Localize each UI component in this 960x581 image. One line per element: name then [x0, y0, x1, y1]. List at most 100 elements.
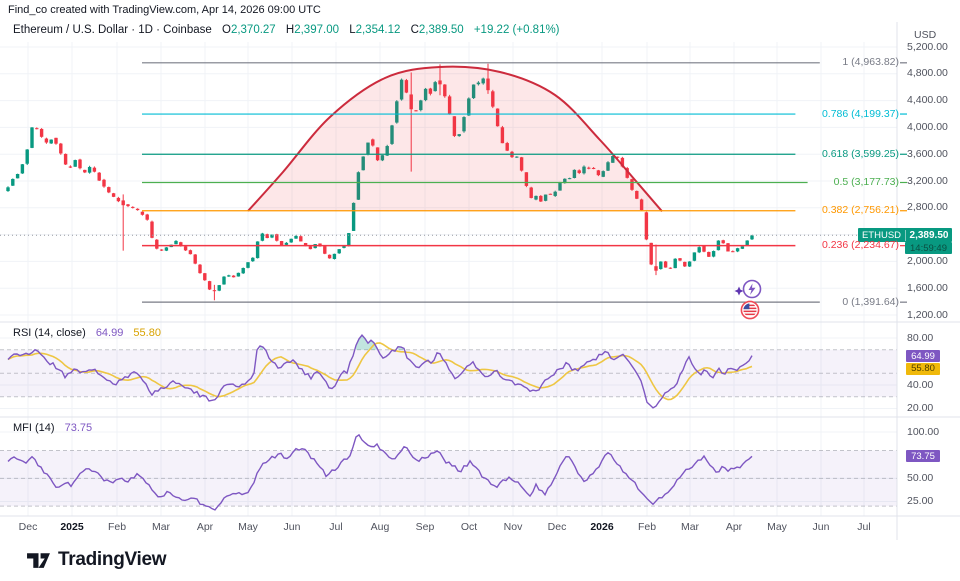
candle: [434, 81, 437, 92]
candle: [582, 165, 585, 174]
time-axis-label: Sep: [416, 521, 435, 533]
candle: [525, 172, 528, 187]
us-flag-indicator-icon[interactable]: [740, 300, 760, 320]
candle: [635, 191, 638, 200]
candle: [650, 243, 653, 265]
candle: [290, 239, 293, 243]
chart-canvas[interactable]: [0, 0, 960, 581]
candle: [573, 169, 576, 178]
candle: [506, 142, 509, 151]
candle: [227, 275, 230, 277]
ohlc-open-value: 2,370.27: [231, 24, 276, 36]
candle: [592, 167, 595, 169]
ohlc-close-value: 2,389.50: [419, 24, 464, 36]
price-axis-tick: 2,800.00: [907, 201, 948, 213]
price-axis-tick: 5,200.00: [907, 41, 948, 53]
ohlc-low-value: 2,354.12: [356, 24, 401, 36]
candle: [131, 206, 134, 208]
candle: [328, 254, 331, 258]
candle: [112, 193, 115, 197]
arc-pattern-stroke[interactable]: [248, 67, 662, 212]
time-axis-label: Apr: [197, 521, 213, 533]
candle: [352, 202, 355, 231]
price-axis-tick: 3,200.00: [907, 175, 948, 187]
candle: [251, 257, 254, 262]
time-axis-label: Dec: [19, 521, 38, 533]
candle: [30, 127, 33, 148]
rsi-line: [8, 335, 752, 408]
sparkle-glyph: [735, 287, 744, 296]
price-badge-value: 2,389.50: [906, 230, 952, 241]
candle: [558, 182, 561, 191]
rsi-pane-title[interactable]: RSI (14, close) 64.99 55.80: [13, 327, 161, 339]
candle: [530, 187, 533, 199]
candle: [654, 245, 657, 275]
candle: [218, 285, 221, 291]
price-axis-tick: 4,000.00: [907, 121, 948, 133]
candle: [189, 250, 192, 255]
candle: [568, 178, 571, 179]
candle: [443, 84, 446, 98]
candle: [501, 126, 504, 143]
candle: [107, 187, 110, 194]
rsi-overbought-fill: [260, 346, 263, 350]
candle: [395, 100, 398, 124]
candle: [16, 174, 19, 179]
candle: [741, 246, 744, 249]
candle: [165, 247, 168, 251]
rsi-ma-axis-badge: 55.80: [906, 363, 940, 375]
candle: [477, 81, 480, 85]
mfi-pane-title[interactable]: MFI (14) 73.75: [13, 422, 92, 434]
candle: [347, 233, 350, 247]
candle: [314, 244, 317, 248]
time-axis-label: Mar: [152, 521, 170, 533]
ohlc-open-label: O: [222, 24, 231, 36]
candle: [74, 160, 77, 167]
candle: [136, 208, 139, 210]
candle: [232, 275, 235, 277]
candle: [722, 240, 725, 244]
tradingview-logo[interactable]: TradingView: [26, 548, 166, 571]
time-axis-label: May: [767, 521, 787, 533]
mfi-band: [0, 451, 897, 507]
candle: [698, 247, 701, 254]
rsi-axis-tick: 40.00: [907, 379, 933, 391]
symbol-title[interactable]: Ethereum / U.S. Dollar · 1D · Coinbase: [13, 24, 212, 36]
candle: [587, 167, 590, 170]
candle: [616, 156, 619, 158]
fib-level-label: 0.236 (2,234.67): [822, 239, 899, 251]
candle: [482, 78, 485, 85]
mfi-axis-tick: 50.00: [907, 472, 933, 484]
candle: [160, 249, 163, 251]
bar-countdown-badge: 14:59:49: [905, 242, 952, 254]
candle: [59, 143, 62, 155]
candle: [419, 100, 422, 112]
candle: [371, 139, 374, 147]
candle: [626, 167, 629, 179]
candle: [390, 125, 393, 145]
rsi-ma-value: 55.80: [133, 327, 161, 339]
candle: [424, 88, 427, 101]
candle: [93, 166, 96, 172]
candle: [746, 240, 749, 246]
candle: [78, 159, 81, 170]
candle: [438, 64, 441, 95]
candle: [674, 258, 677, 268]
symbol-info-row[interactable]: Ethereum / U.S. Dollar · 1D · Coinbase O…: [13, 24, 560, 36]
candle: [275, 234, 278, 242]
rsi-axis-tick: 20.00: [907, 402, 933, 414]
time-axis-label: Jul: [329, 521, 342, 533]
candle: [640, 199, 643, 211]
tradingview-chart-screenshot: Find_co created with TradingView.com, Ap…: [0, 0, 960, 581]
candle: [381, 155, 384, 161]
candle: [712, 251, 715, 258]
candle: [410, 72, 413, 171]
candle: [323, 246, 326, 254]
candle: [6, 186, 9, 192]
fib-level-label: 1 (4,963.82): [842, 56, 899, 68]
arc-pattern-fill[interactable]: [248, 67, 662, 212]
candle: [184, 246, 187, 251]
candle: [170, 245, 173, 248]
candle: [117, 197, 120, 202]
candle: [669, 267, 672, 269]
